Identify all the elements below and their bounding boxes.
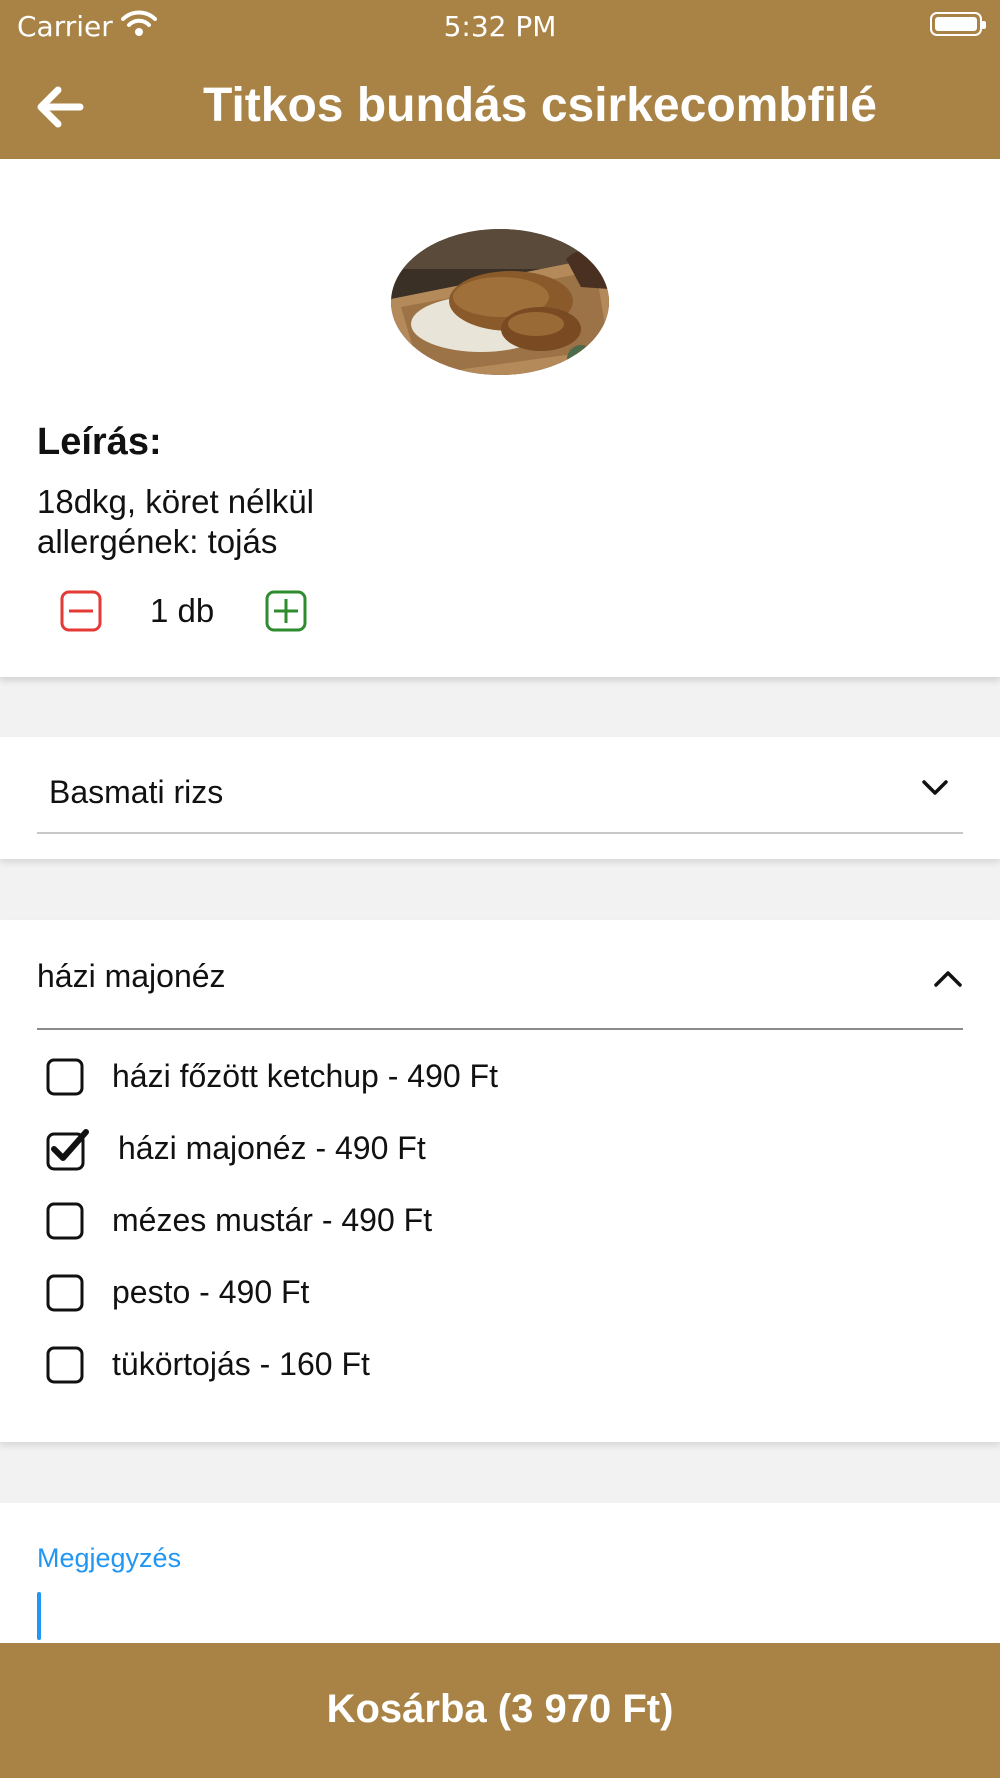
status-bar: Carrier 5:32 PM (0, 0, 1000, 50)
checkbox-unchecked-icon[interactable] (46, 1058, 84, 1096)
sauce-option[interactable]: tükörtojás - 160 Ft (46, 1336, 746, 1392)
checkbox-unchecked-icon[interactable] (46, 1274, 84, 1312)
sauce-option-label: mézes mustár - 490 Ft (112, 1202, 433, 1238)
note-card: Megjegyzés (0, 1503, 1000, 1643)
app-header: Carrier 5:32 PM Titkos bundás csirkecomb… (0, 0, 1000, 159)
status-time: 5:32 PM (443, 10, 557, 43)
increase-quantity-button[interactable] (264, 589, 308, 633)
checkbox-unchecked-icon[interactable] (46, 1202, 84, 1240)
sauce-option-label: pesto - 490 Ft (112, 1274, 310, 1310)
sauce-option[interactable]: házi majonéz - 490 Ft (46, 1120, 746, 1176)
sauce-option[interactable]: pesto - 490 Ft (46, 1264, 746, 1320)
quantity-value: 1 db (150, 592, 215, 629)
checkbox-checked-icon[interactable] (46, 1127, 90, 1171)
note-label: Megjegyzés (37, 1543, 182, 1573)
sauce-card: házi majonéz házi főzött ketchup - 490 F… (0, 920, 1000, 1442)
description-line: allergének: tojás (37, 523, 278, 560)
chevron-down-icon (922, 780, 948, 795)
page-title: Titkos bundás csirkecombfilé (203, 79, 877, 132)
battery-icon (930, 12, 986, 36)
add-to-cart-button[interactable]: Kosárba (3 970 Ft) (0, 1643, 1000, 1778)
sauce-option-label: házi majonéz - 490 Ft (118, 1130, 426, 1166)
text-caret (37, 1592, 41, 1640)
decrease-quantity-button[interactable] (59, 589, 103, 633)
product-card: Leírás: 18dkg, köret nélkül allergének: … (0, 159, 1000, 677)
product-image (391, 229, 609, 375)
sauce-option[interactable]: házi főzött ketchup - 490 Ft (46, 1048, 746, 1104)
sauce-select[interactable]: házi majonéz (37, 920, 963, 1030)
description-line: 18dkg, köret nélkül (37, 483, 315, 520)
add-to-cart-label: Kosárba (3 970 Ft) (326, 1687, 674, 1731)
checkbox-unchecked-icon[interactable] (46, 1346, 84, 1384)
side-dish-select[interactable]: Basmati rizs (37, 737, 963, 834)
sauce-option-label: tükörtojás - 160 Ft (112, 1346, 370, 1382)
back-arrow-icon[interactable] (34, 82, 84, 132)
note-input[interactable] (37, 1587, 963, 1640)
sauce-selected-value: házi majonéz (37, 958, 226, 994)
side-dish-card: Basmati rizs (0, 737, 1000, 859)
sauce-option-label: házi főzött ketchup - 490 Ft (112, 1058, 498, 1094)
side-dish-value: Basmati rizs (49, 774, 224, 810)
product-detail-screen: Carrier 5:32 PM Titkos bundás csirkecomb… (0, 0, 1000, 1778)
sauce-option[interactable]: mézes mustár - 490 Ft (46, 1192, 746, 1248)
chevron-up-icon (934, 971, 962, 987)
description-heading: Leírás: (37, 421, 162, 463)
